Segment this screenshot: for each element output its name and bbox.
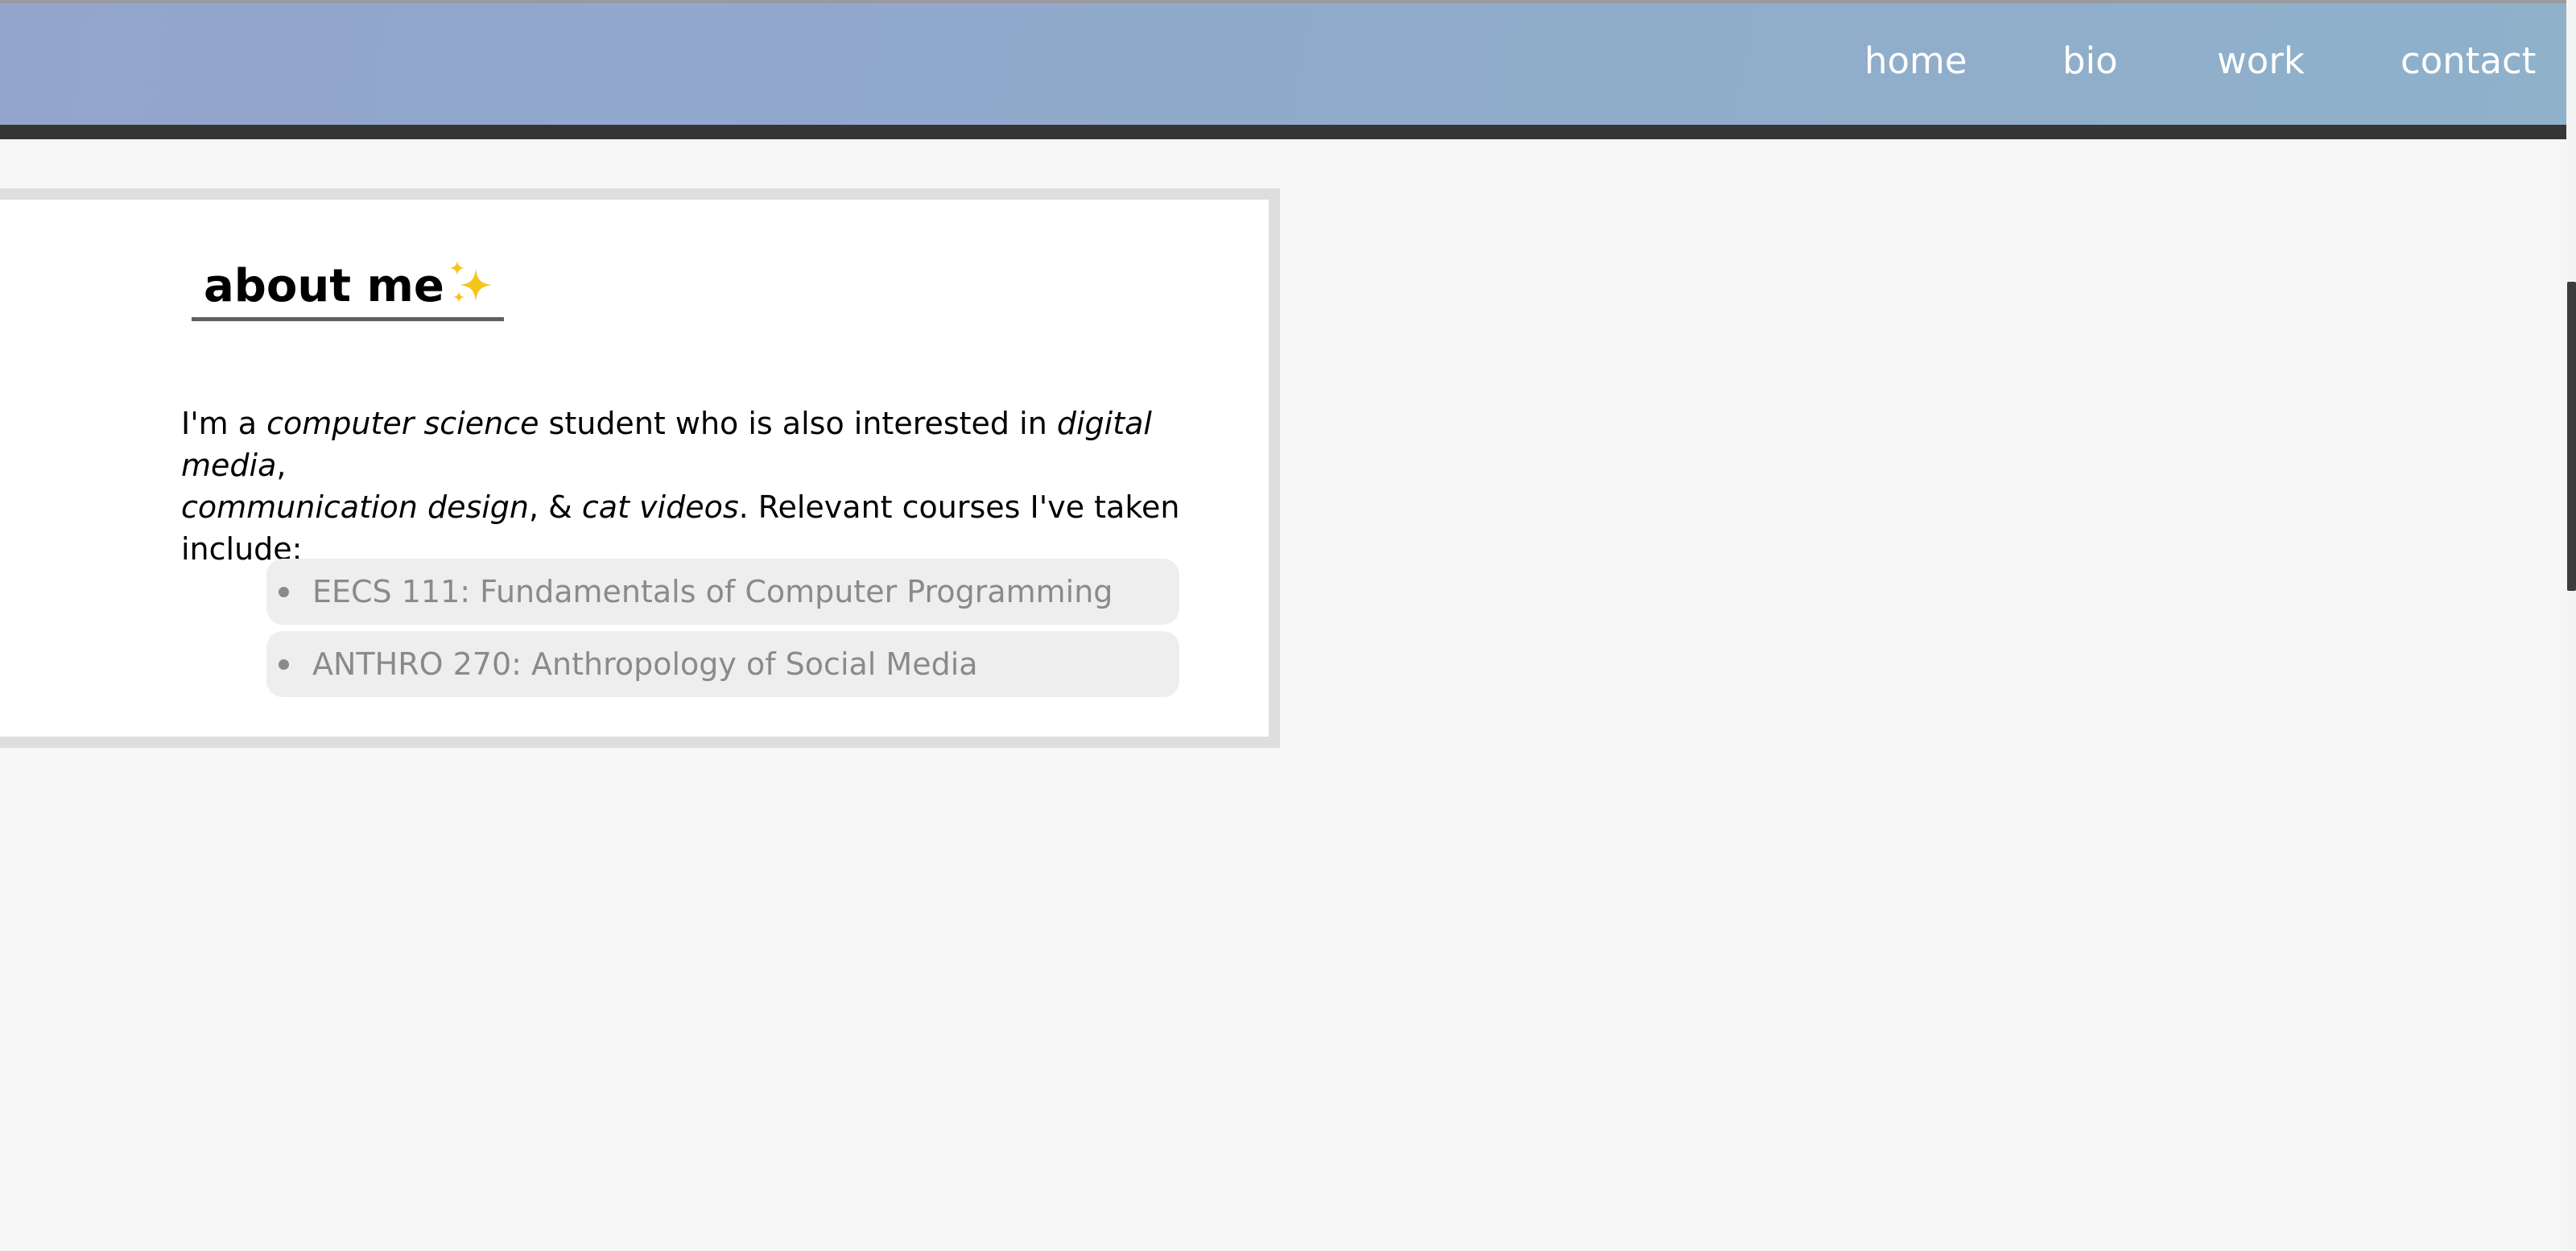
top-navigation-bar: home bio work contact bbox=[0, 3, 2566, 125]
interest-cat-videos: cat videos bbox=[581, 489, 739, 525]
intro-text: student who is also interested in bbox=[539, 406, 1057, 441]
nav-bottom-bar bbox=[0, 125, 2566, 139]
course-list-item: ANTHRO 270: Anthropology of Social Media bbox=[266, 631, 1179, 697]
intro-text: , & bbox=[529, 489, 582, 525]
course-list-item: EECS 111: Fundamentals of Computer Progr… bbox=[266, 559, 1179, 625]
bullet-icon bbox=[279, 587, 289, 597]
nav-link-home[interactable]: home bbox=[1864, 35, 1967, 87]
interest-computer-science: computer science bbox=[266, 406, 539, 441]
course-name: ANTHRO 270: Anthropology of Social Media bbox=[312, 646, 978, 682]
nav-link-contact[interactable]: contact bbox=[2401, 35, 2536, 87]
intro-text: , bbox=[276, 448, 287, 483]
bullet-icon bbox=[279, 659, 289, 670]
sparkles-icon bbox=[450, 261, 492, 303]
course-name: EECS 111: Fundamentals of Computer Progr… bbox=[312, 574, 1113, 609]
nav-link-work[interactable]: work bbox=[2217, 35, 2305, 87]
interest-communication-design: communication design bbox=[181, 489, 530, 525]
intro-paragraph: I'm a computer science student who is al… bbox=[181, 403, 1195, 570]
intro-text: I'm a bbox=[181, 406, 267, 441]
nav-link-bio[interactable]: bio bbox=[2062, 35, 2118, 87]
section-title: about me bbox=[204, 260, 444, 312]
section-heading: about me bbox=[192, 256, 504, 321]
about-me-card: about me I'm a computer science student … bbox=[0, 188, 1280, 748]
scrollbar-thumb[interactable] bbox=[2567, 282, 2576, 591]
vertical-scrollbar[interactable] bbox=[2566, 0, 2576, 1251]
